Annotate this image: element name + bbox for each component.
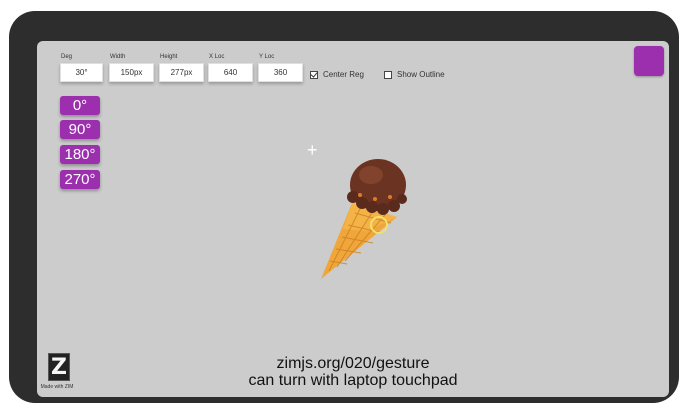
checkbox-unchecked-icon[interactable] (384, 70, 392, 79)
width-label: Width (110, 54, 126, 60)
x-loc-label: X Loc (209, 54, 225, 60)
ice-cream-cone-image[interactable] (305, 151, 415, 281)
deg-label: Deg (61, 54, 73, 60)
device-frame: Deg 30° Width 150px Height 277px X Loc 6… (9, 11, 679, 403)
deg-input[interactable]: 30° (60, 63, 103, 82)
caption-url: zimjs.org/020/gesture (276, 355, 430, 372)
show-outline-checkbox[interactable]: Show Outline (384, 70, 445, 79)
show-outline-label: Show Outline (397, 70, 445, 79)
purple-square-button[interactable] (634, 46, 664, 76)
y-loc-label: Y Loc (259, 54, 275, 60)
height-input[interactable]: 277px (159, 63, 204, 82)
stage[interactable]: Deg 30° Width 150px Height 277px X Loc 6… (37, 41, 669, 397)
rotate-180-button[interactable]: 180° (60, 145, 100, 164)
y-loc-input[interactable]: 360 (258, 63, 303, 82)
rotate-0-button[interactable]: 0° (60, 96, 100, 115)
width-input[interactable]: 150px (109, 63, 154, 82)
rotate-90-button[interactable]: 90° (60, 120, 100, 139)
height-label: Height (160, 54, 178, 60)
rotate-270-button[interactable]: 270° (60, 170, 100, 189)
caption-instruction: can turn with laptop touchpad (248, 372, 458, 389)
checkbox-checked-icon[interactable] (310, 70, 318, 79)
scoop-highlight (359, 166, 383, 184)
x-loc-input[interactable]: 640 (208, 63, 253, 82)
center-reg-label: Center Reg (323, 70, 364, 79)
center-reg-checkbox[interactable]: Center Reg (310, 70, 364, 79)
